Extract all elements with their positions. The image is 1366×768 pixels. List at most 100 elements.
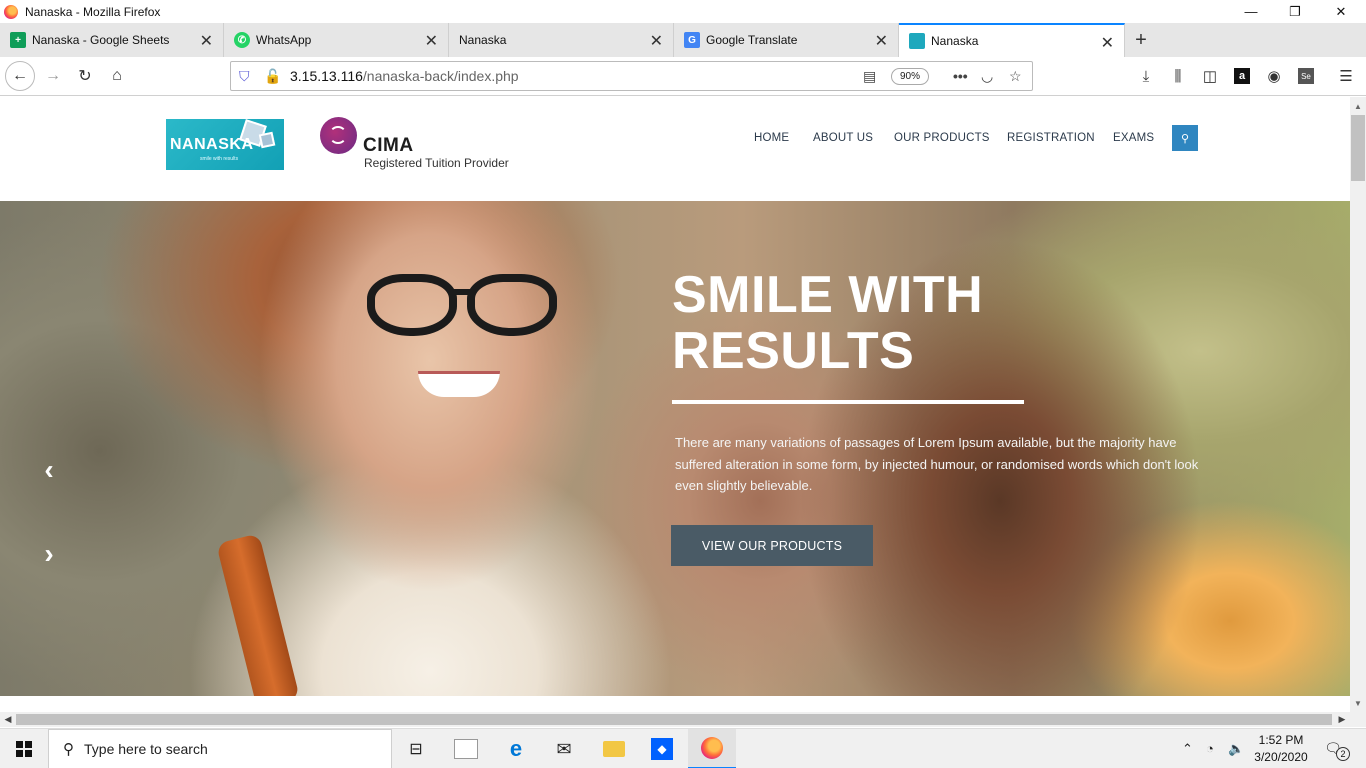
pocket-icon[interactable]: ◡ [981,68,993,85]
windows-logo-icon [16,741,32,757]
glasses-bridge-graphic [454,289,472,295]
logo-text: NANASKA [170,136,254,153]
horizontal-scrollbar[interactable]: ◀ ▶ [0,712,1350,727]
translate-icon: G [684,32,700,48]
hero-description: There are many variations of passages of… [675,435,1199,493]
account-icon[interactable]: ◉ [1262,65,1286,87]
sidebar-icon[interactable]: ◫ [1198,65,1222,87]
clock-time: 1:52 PM [1258,733,1304,747]
volume-icon[interactable]: 🔈 [1228,741,1244,757]
cima-subtitle: Registered Tuition Provider [364,156,509,170]
slider-prev-arrow-icon[interactable]: ‹ [38,454,60,485]
library-icon[interactable]: ⫼ [1166,65,1190,87]
hero-slider: ‹ › SMILE WITH RESULTS There are many va… [0,201,1350,696]
close-tab-icon[interactable]: ✕ [425,31,438,51]
scroll-down-icon[interactable]: ▼ [1350,696,1366,710]
url-path: /nanaska-back/index.php [362,68,519,84]
page-actions-icon[interactable]: ••• [953,68,968,84]
nanaska-logo[interactable]: NANASKA smile with results [166,119,284,170]
nav-registration[interactable]: REGISTRATION [1007,132,1095,144]
tab-nanaska[interactable]: Nanaska ✕ [449,23,674,57]
hero-divider [672,400,1024,404]
url-bar[interactable]: ⛉ 🔓 3.15.13.116/nanaska-back/index.php ▤… [230,61,1033,91]
close-tab-icon[interactable]: ✕ [200,31,213,51]
tab-whatsapp[interactable]: ✆ WhatsApp ✕ [224,23,449,57]
file-explorer-icon[interactable] [590,729,638,768]
nanaska-icon [909,33,925,49]
home-button[interactable]: ⌂ [102,61,132,91]
start-button[interactable] [0,729,48,768]
insecure-lock-icon[interactable]: 🔓 [264,68,281,85]
window-title: Nanaska - Mozilla Firefox [25,4,161,19]
amazon-extension-icon[interactable]: a [1230,65,1254,87]
tab-label: Nanaska [459,33,507,47]
search-icon: ⚲ [63,741,74,758]
firefox-taskbar-icon[interactable] [688,729,736,768]
close-tab-icon[interactable]: ✕ [650,31,663,51]
scroll-up-icon[interactable]: ▲ [1350,99,1366,113]
amazon-app-icon[interactable] [442,729,490,768]
reload-button[interactable]: ↻ [70,61,100,91]
scrollbar-thumb[interactable] [1351,115,1365,181]
taskbar-search-box[interactable]: ⚲ Type here to search [48,729,392,768]
page-viewport: NANASKA smile with results CIMA Register… [0,97,1350,712]
bookmark-star-icon[interactable]: ☆ [1009,68,1022,85]
search-button[interactable]: ⚲ [1172,125,1198,151]
tab-label: Nanaska - Google Sheets [32,33,170,47]
clock-date: 3/20/2020 [1254,750,1308,764]
menu-hamburger-icon[interactable]: ☰ [1334,65,1358,87]
navigation-toolbar: ← → ↻ ⌂ ⛉ 🔓 3.15.13.116/nanaska-back/ind… [0,57,1366,96]
view-products-button[interactable]: VIEW OUR PRODUCTS [671,525,873,566]
system-clock[interactable]: 1:52 PM 3/20/2020 [1246,732,1316,766]
wifi-icon[interactable]: ◔ [1206,741,1214,756]
sheets-icon: + [10,32,26,48]
tab-google-sheets[interactable]: + Nanaska - Google Sheets ✕ [0,23,224,57]
tray-chevron-icon[interactable]: ⌃ [1182,741,1193,757]
close-tab-icon[interactable]: ✕ [875,31,888,51]
minimize-button[interactable]: — [1228,0,1274,23]
nav-our-products[interactable]: OUR PRODUCTS [894,132,990,144]
search-placeholder: Type here to search [84,741,208,757]
cima-wordmark: CIMA [363,135,414,156]
tab-nanaska-active[interactable]: Nanaska ✕ [899,23,1125,57]
nav-exams[interactable]: EXAMS [1113,132,1154,144]
action-center-icon[interactable]: 🗨 2 [1322,737,1350,761]
firefox-icon [4,4,18,19]
maximize-button[interactable]: ❐ [1272,0,1318,23]
dropbox-icon[interactable]: ◆ [638,729,686,768]
whatsapp-icon: ✆ [234,32,250,48]
scroll-right-icon[interactable]: ▶ [1334,712,1350,727]
nav-about-us[interactable]: ABOUT US [813,132,873,144]
nav-home[interactable]: HOME [754,132,789,144]
slider-next-arrow-icon[interactable]: › [38,538,60,569]
search-icon: ⚲ [1180,132,1190,145]
close-window-button[interactable]: ✕ [1318,0,1364,23]
tab-label: Google Translate [706,33,798,47]
scrollbar-thumb[interactable] [16,714,1332,725]
back-button[interactable]: ← [5,61,35,91]
notification-count: 2 [1336,747,1350,761]
downloads-icon[interactable]: ⤓ [1134,65,1158,87]
windows-taskbar: ⚲ Type here to search ⊟ e ✉ ◆ ⌃ ◔ 🔈 1:52… [0,728,1366,768]
zoom-indicator[interactable]: 90% [891,68,929,85]
glasses-graphic [467,274,557,336]
smile-graphic [418,371,500,397]
url-text[interactable]: 3.15.13.116/nanaska-back/index.php [290,68,519,84]
tab-google-translate[interactable]: G Google Translate ✕ [674,23,899,57]
scroll-left-icon[interactable]: ◀ [0,712,16,727]
selenium-extension-icon[interactable]: Se [1294,65,1318,87]
task-view-icon[interactable]: ⊟ [392,729,440,768]
mail-icon[interactable]: ✉ [540,729,588,768]
cima-logo-icon [320,117,357,154]
forward-button[interactable]: → [38,61,68,91]
edge-icon[interactable]: e [492,729,540,768]
url-host: 3.15.13.116 [290,68,363,84]
site-header: NANASKA smile with results CIMA Register… [0,97,1350,201]
hero-title-line1: SMILE WITH [672,266,984,324]
vertical-scrollbar[interactable]: ▲ ▼ [1350,97,1366,712]
reader-view-icon[interactable]: ▤ [863,68,876,85]
shield-icon[interactable]: ⛉ [239,68,250,85]
close-tab-icon[interactable]: ✕ [1101,33,1114,53]
glasses-graphic [367,274,457,336]
new-tab-button[interactable]: + [1126,23,1156,57]
